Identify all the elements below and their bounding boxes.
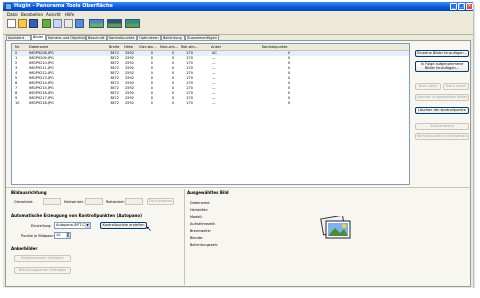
spin-arrows-icon[interactable]: ▲ ▼ (66, 232, 70, 238)
fast-preview-icon[interactable] (107, 19, 122, 28)
autopano-title: Automatische Erzeugung von Kontrollpunkt… (11, 213, 142, 218)
col-nr[interactable]: Nr. (15, 45, 20, 49)
dropdown-arrow-icon[interactable]: ▼ (85, 223, 90, 228)
cell-rollwinkel: 270 (186, 101, 193, 105)
reset-button[interactable]: Zurücksetzen (415, 123, 469, 130)
cell-dateiname: IMGP9218.JPG (29, 101, 54, 105)
filename-label: Dateiname: (190, 201, 211, 205)
add-series-button[interactable]: In Folge aufgenommene Bilder hinzufügen.… (415, 61, 469, 72)
remove-control-points-button[interactable]: Löschen der Kontrollpunkte (415, 107, 469, 114)
open-folder-icon[interactable] (18, 19, 27, 28)
selected-image-title: Ausgewähltes Bild (187, 190, 229, 195)
col-breite[interactable]: Breite (109, 45, 119, 49)
image-preview-placeholder-icon (320, 216, 351, 239)
images-panel: Nr. Dateiname Breite Höhe Gier-win... Ni… (5, 40, 471, 287)
points-per-pair-label: Punkte je Bildpaar: (21, 234, 55, 238)
yaw-label: Gierwinkel: (14, 200, 34, 204)
toolbar (3, 17, 473, 35)
roll-input[interactable] (125, 198, 143, 205)
model-label: Modell: (190, 215, 203, 219)
maker-label: Hersteller: (190, 208, 209, 212)
settings-select[interactable]: Autopano-SIFT-C ▼ (54, 222, 91, 229)
anchor-title: Ankerbilder (11, 246, 38, 251)
orientation-reset-button[interactable]: Zurücksetzen (147, 198, 174, 205)
new-project-icon[interactable] (7, 19, 16, 28)
add-images-button[interactable]: Einzelne Bilder hinzufügen... (415, 50, 469, 57)
col-anker[interactable]: Anker (211, 45, 221, 49)
cell-kontrollpunkte: 0 (287, 101, 290, 105)
pitch-input[interactable] (85, 198, 103, 205)
points-per-pair-input[interactable]: 10 ▲ ▼ (54, 232, 71, 239)
settings-value: Autopano-SIFT-C (56, 223, 85, 227)
roll-label: Rollwinkel: (106, 200, 125, 204)
pitch-label: Nickwinkel: (64, 200, 84, 204)
create-control-points-button[interactable]: Kontrollpunkte erstellen (100, 222, 147, 229)
optimize-icon[interactable] (64, 19, 73, 28)
col-nickwinkel[interactable]: Nick-win... (160, 45, 178, 49)
stitch-icon[interactable] (125, 19, 140, 28)
vertical-divider (184, 189, 185, 285)
position-anchor-button[interactable]: Positionsanker festlegen (14, 255, 71, 262)
capture-time-label: Aufnahmezeit: (190, 222, 216, 226)
app-icon (5, 3, 12, 10)
col-dateiname[interactable]: Dateiname (29, 45, 48, 49)
settings-label: Einstellung: (31, 224, 52, 228)
table-header: Nr. Dateiname Breite Höhe Gier-win... Ni… (12, 44, 409, 51)
cell-nr: 10 (15, 101, 20, 105)
cell-hoehe: 2592 (125, 101, 134, 105)
reset-control-points-button[interactable]: Kontrollpunkte zurücksetzen (415, 133, 469, 140)
window-title: Hugin - Panorama Tools Oberfläche (14, 3, 113, 9)
exposure-anchor-button[interactable]: Belichtungsanker festlegen (14, 267, 71, 274)
add-image-icon[interactable] (42, 19, 51, 28)
cell-breite: 3872 (110, 101, 119, 105)
panorama-preview-icon[interactable] (89, 19, 104, 28)
maximize-button[interactable]: □ (458, 3, 465, 10)
mouse-cursor-icon: ↖ (146, 225, 152, 233)
status-bar (0, 288, 480, 298)
close-button[interactable]: × (466, 3, 473, 10)
col-gierwinkel[interactable]: Gier-win... (139, 45, 157, 49)
move-up-button[interactable]: Nach unten (443, 83, 469, 90)
image-table[interactable]: Nr. Dateiname Breite Höhe Gier-win... Ni… (11, 43, 410, 185)
cell-anker: — (212, 101, 216, 105)
yaw-input[interactable] (43, 198, 61, 205)
orientation-title: Bildausrichtung (11, 190, 47, 195)
title-bar: Hugin - Panorama Tools Oberfläche _ □ × (3, 2, 473, 11)
col-hoehe[interactable]: Höhe (124, 45, 133, 49)
undo-icon[interactable] (75, 19, 84, 28)
save-icon[interactable] (29, 19, 38, 28)
move-down-button[interactable]: Nach oben (415, 83, 441, 90)
control-points-icon[interactable] (53, 19, 62, 28)
remove-selected-button[interactable]: Löschen ausgewählter Bilder (415, 94, 469, 101)
table-row[interactable]: 10 IMGP9218.JPG 3872 2592 0 0 270 — 0 (12, 101, 409, 106)
main-window: Hugin - Panorama Tools Oberfläche _ □ × … (3, 2, 473, 288)
cell-gierwinkel: 0 (150, 101, 153, 105)
points-per-pair-value: 10 (56, 233, 61, 237)
section-divider (6, 187, 470, 188)
col-rollwinkel[interactable]: Roll-win... (181, 45, 198, 49)
exposure-time-label: Belichtungszeit: (190, 243, 219, 247)
col-kontrollpunkte[interactable]: Kontrollpunkte (262, 45, 288, 49)
focal-length-label: Brennweite: (190, 229, 212, 233)
aperture-label: Blende: (190, 236, 204, 240)
minimize-button[interactable]: _ (450, 3, 457, 10)
cell-nickwinkel: 0 (171, 101, 174, 105)
